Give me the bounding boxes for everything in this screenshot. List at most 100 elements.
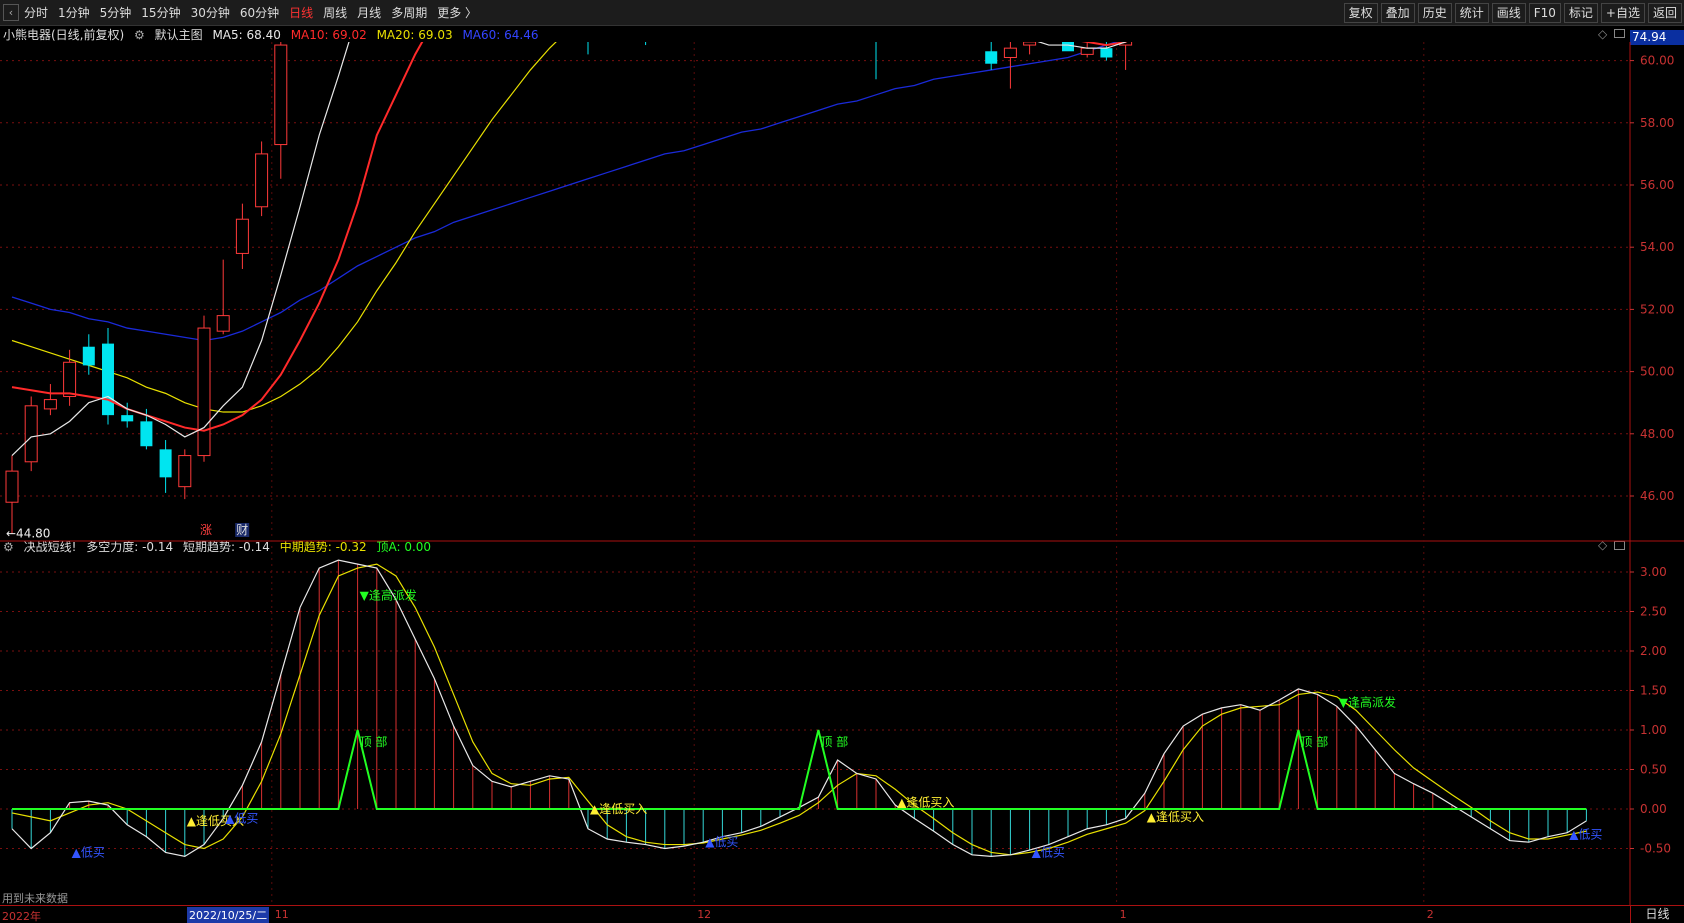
candle-body (1003, 47, 1017, 58)
tab-more[interactable]: 更多 〉 (437, 4, 477, 22)
tag-zhang: 涨 (200, 522, 212, 537)
period-tag[interactable]: 日线 (1630, 906, 1684, 923)
ma5-label: MA5: 68.40 (212, 28, 281, 42)
candles (5, 42, 1133, 534)
tab-fenshi[interactable]: 分时 (24, 4, 48, 22)
signal-label: 顶 部 (360, 734, 388, 749)
signal-label: ▲逢低买入 (590, 802, 647, 816)
tab-weekly[interactable]: 周线 (323, 4, 347, 22)
candle-body (63, 361, 77, 397)
indicator-tick-label: 1.00 (1640, 723, 1667, 737)
candle-body (5, 470, 19, 503)
candle-body (43, 399, 57, 410)
indicator-tick-label: 1.50 (1640, 684, 1667, 698)
signal-label: ▲低买 (225, 811, 258, 825)
candle-body (1100, 48, 1113, 58)
grid-layer (0, 42, 1684, 905)
low-label: ←44.80 (6, 526, 50, 540)
tab-60min[interactable]: 60分钟 (240, 4, 279, 22)
signal-label: ▲逢低买入 (897, 796, 954, 810)
candle-body (216, 315, 230, 332)
indicator-tick-label: 2.50 (1640, 605, 1667, 619)
price-axis: 74.0072.0070.0068.0066.0064.0062.0060.00… (1630, 54, 1674, 856)
stats-button[interactable]: 统计 (1454, 3, 1489, 23)
f10-button[interactable]: F10 (1528, 3, 1561, 23)
adjust-button[interactable]: 复权 (1343, 3, 1378, 23)
price-tick-label: 60.00 (1640, 54, 1674, 68)
selected-date: 2022/10/25/二 (187, 907, 270, 923)
window-icon[interactable] (1614, 29, 1625, 38)
price-tick-label: 48.00 (1640, 427, 1674, 441)
candle-body (197, 327, 211, 457)
year-label: 2022年 (2, 910, 41, 923)
add-watchlist-button[interactable]: +自选 (1600, 3, 1645, 23)
price-tick-label: 54.00 (1640, 240, 1674, 254)
candle-body (178, 455, 192, 488)
draw-button[interactable]: 画线 (1491, 3, 1526, 23)
ma60-label: MA60: 64.46 (462, 28, 539, 42)
price-tick-label: 52.00 (1640, 302, 1674, 316)
candle-body (1023, 42, 1037, 46)
main-chart-header: 小熊电器(日线,前复权) ⚙ 默认主图 MA5: 68.40 MA10: 69.… (0, 26, 545, 42)
indicator-tick-label: 2.00 (1640, 644, 1667, 658)
return-button[interactable]: 返回 (1647, 3, 1682, 23)
month-label: 2 (1426, 908, 1434, 921)
tab-5min[interactable]: 5分钟 (100, 4, 132, 22)
candle-body (255, 153, 269, 208)
candle-body (274, 44, 288, 146)
signal-label: ▲低买 (1569, 827, 1602, 841)
settings-gear-icon[interactable]: ⚙ (134, 28, 145, 42)
ma60-polyline (11, 42, 1118, 342)
ma10-label: MA10: 69.02 (290, 28, 367, 42)
price-tick-label: 58.00 (1640, 116, 1674, 130)
indicator-tick-label: 0.50 (1640, 763, 1667, 777)
overlay-button[interactable]: 叠加 (1380, 3, 1415, 23)
candle-body (102, 343, 114, 416)
signal-label: 顶 部 (820, 734, 848, 749)
month-label: 12 (697, 908, 712, 921)
candle-body (1080, 47, 1094, 55)
tab-multi-period[interactable]: 多周期 (391, 4, 427, 22)
period-toolbar: ‹ 分时 1分钟 5分钟 15分钟 30分钟 60分钟 日线 周线 月线 多周期… (0, 0, 1684, 26)
signal-label: ▲低买 (705, 835, 738, 849)
diamond-icon[interactable]: ◇ (1598, 27, 1607, 41)
kline-chart[interactable]: ▲逢低买入▲低买▲低买▼逢高派发顶 部▲逢低买入▲低买顶 部▲逢低买入▲低买▲逢… (0, 42, 1684, 905)
date-bar: 2022年 2022/10/25/二 11 12 1 2 日线 (0, 905, 1684, 923)
tag-cai: 财 (236, 523, 248, 537)
candle-body (24, 405, 38, 463)
future-data-note: 用到未来数据 (2, 892, 68, 905)
candle-body (235, 218, 249, 254)
tab-monthly[interactable]: 月线 (357, 4, 381, 22)
signal-label: ▲逢低买入 (1147, 810, 1204, 824)
indicator-tick-label: -0.50 (1640, 842, 1671, 856)
month-label: 1 (1119, 908, 1127, 921)
price-tick-label: 50.00 (1640, 365, 1674, 379)
tab-30min[interactable]: 30分钟 (191, 4, 230, 22)
candle-body (82, 346, 95, 366)
ma60-line (11, 42, 1118, 342)
default-chart-label[interactable]: 默认主图 (155, 28, 203, 42)
annotations: 75.00←44.80涨财 (6, 522, 250, 540)
tab-1min[interactable]: 1分钟 (58, 4, 90, 22)
ma20-label: MA20: 69.03 (376, 28, 453, 42)
back-arrow-icon[interactable]: ‹ (3, 4, 19, 21)
candle-body (140, 421, 153, 447)
month-label: 11 (274, 908, 289, 921)
chart-tools: 复权 叠加 历史 统计 画线 F10 标记 +自选 返回 (1341, 3, 1682, 23)
candle-body (985, 51, 998, 64)
signal-label: ▲低买 (1032, 845, 1065, 859)
tab-15min[interactable]: 15分钟 (141, 4, 180, 22)
signal-label: ▼逢高派发 (1339, 694, 1396, 709)
candle-body (1062, 42, 1074, 52)
indicator-tick-label: 3.00 (1640, 565, 1667, 579)
period-tabs: 分时 1分钟 5分钟 15分钟 30分钟 60分钟 日线 周线 月线 多周期 更… (24, 4, 487, 22)
indicator-tick-label: 0.00 (1640, 802, 1667, 816)
tab-daily[interactable]: 日线 (289, 4, 313, 22)
history-button[interactable]: 历史 (1417, 3, 1452, 23)
signal-label: 顶 部 (1300, 734, 1328, 749)
mark-button[interactable]: 标记 (1563, 3, 1598, 23)
signal-label: ▲低买 (72, 845, 105, 859)
candle-body (121, 415, 134, 422)
candle-body (159, 449, 172, 478)
price-tick-label: 56.00 (1640, 178, 1674, 192)
